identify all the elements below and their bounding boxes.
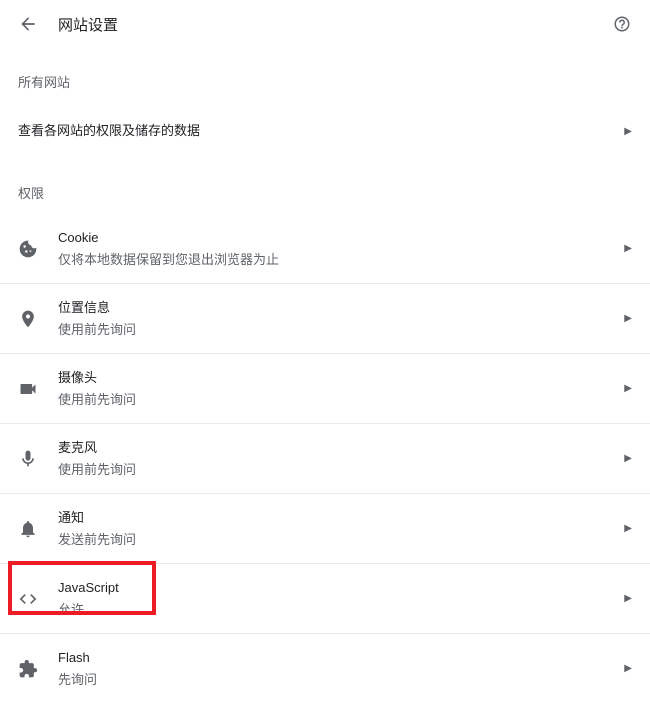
settings-page: 网站设置 所有网站 查看各网站的权限及储存的数据 ▶ 权限 Cookie 仅将本… — [0, 0, 650, 703]
row-title: JavaScript — [58, 578, 614, 598]
chevron-right-icon: ▶ — [624, 663, 632, 674]
puzzle-icon — [18, 659, 38, 679]
chevron-right-icon: ▶ — [624, 593, 632, 604]
bell-icon — [18, 519, 38, 539]
chevron-right-icon: ▶ — [624, 243, 632, 254]
row-title: 位置信息 — [58, 298, 614, 318]
chevron-right-icon: ▶ — [624, 383, 632, 394]
row-subtitle: 使用前先询问 — [58, 460, 614, 480]
row-subtitle: 使用前先询问 — [58, 390, 614, 410]
row-subtitle: 先询问 — [58, 670, 614, 690]
row-subtitle: 仅将本地数据保留到您退出浏览器为止 — [58, 250, 614, 270]
chevron-right-icon: ▶ — [624, 453, 632, 464]
chevron-right-icon: ▶ — [624, 523, 632, 534]
location-icon — [18, 309, 38, 329]
permission-row-notifications[interactable]: 通知 发送前先询问 ▶ — [0, 493, 650, 563]
help-icon[interactable] — [612, 14, 632, 34]
chevron-right-icon: ▶ — [624, 126, 632, 137]
row-title: 查看各网站的权限及储存的数据 — [18, 121, 614, 141]
row-title: Cookie — [58, 228, 614, 248]
permission-row-microphone[interactable]: 麦克风 使用前先询问 ▶ — [0, 423, 650, 493]
all-sites-section-label: 所有网站 — [0, 48, 650, 103]
row-title: 麦克风 — [58, 438, 614, 458]
cookie-icon — [18, 239, 38, 259]
row-title: 通知 — [58, 508, 614, 528]
row-subtitle: 允许 — [58, 600, 614, 620]
row-title: 摄像头 — [58, 368, 614, 388]
permission-row-camera[interactable]: 摄像头 使用前先询问 ▶ — [0, 353, 650, 423]
permission-row-location[interactable]: 位置信息 使用前先询问 ▶ — [0, 283, 650, 353]
page-title: 网站设置 — [58, 14, 612, 35]
row-subtitle: 使用前先询问 — [58, 320, 614, 340]
permission-row-cookie[interactable]: Cookie 仅将本地数据保留到您退出浏览器为止 ▶ — [0, 214, 650, 283]
permissions-section-label: 权限 — [0, 159, 650, 214]
code-icon — [18, 589, 38, 609]
row-title: Flash — [58, 648, 614, 668]
permissions-list: Cookie 仅将本地数据保留到您退出浏览器为止 ▶ 位置信息 使用前先询问 ▶… — [0, 214, 650, 703]
chevron-right-icon: ▶ — [624, 313, 632, 324]
microphone-icon — [18, 449, 38, 469]
page-header: 网站设置 — [0, 0, 650, 48]
row-subtitle: 发送前先询问 — [58, 530, 614, 550]
back-arrow-icon[interactable] — [18, 14, 38, 34]
view-all-sites-row[interactable]: 查看各网站的权限及储存的数据 ▶ — [0, 103, 650, 159]
permission-row-javascript[interactable]: JavaScript 允许 ▶ — [0, 563, 650, 633]
camera-icon — [18, 379, 38, 399]
